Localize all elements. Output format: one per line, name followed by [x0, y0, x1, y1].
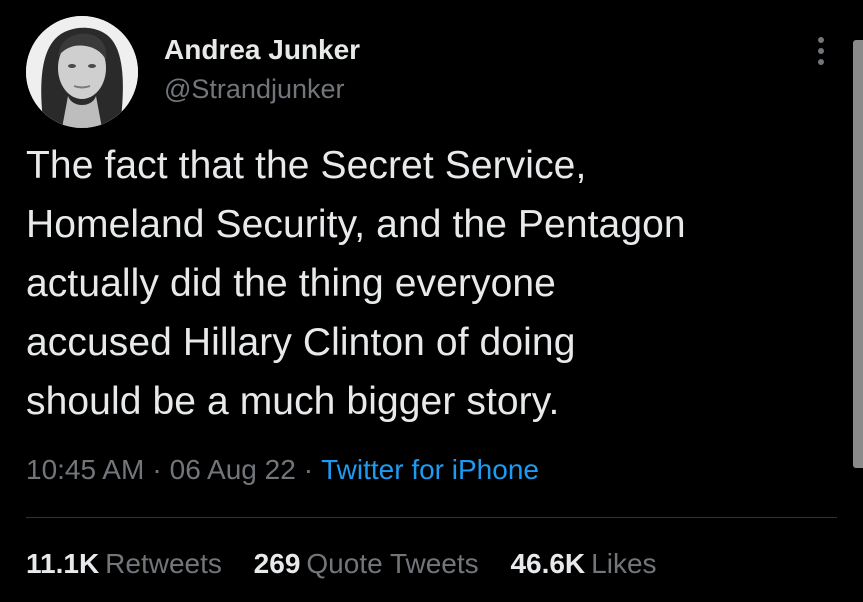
author-info: Andrea Junker @Strandjunker — [164, 33, 360, 105]
separator: · — [303, 454, 314, 485]
likes-count: 46.6K — [510, 548, 586, 579]
quote-tweets-count: 269 — [253, 548, 301, 579]
tweet-text: The fact that the Secret Service, Homela… — [26, 136, 846, 431]
retweets-label: Retweets — [105, 548, 222, 579]
retweets-count: 11.1K — [26, 548, 100, 579]
profile-photo-icon — [26, 16, 138, 128]
avatar[interactable] — [26, 16, 138, 128]
more-dot — [818, 59, 824, 65]
tweet-text-line: should be a much bigger story. — [26, 380, 560, 423]
quote-tweets-stat[interactable]: 269 Quote Tweets — [254, 546, 479, 582]
tweet-source-link[interactable]: Twitter for iPhone — [321, 454, 539, 485]
divider — [26, 517, 837, 518]
more-dot — [818, 48, 824, 54]
tweet-date[interactable]: 06 Aug 22 — [170, 454, 296, 485]
scrollbar[interactable] — [853, 40, 863, 468]
retweets-stat[interactable]: 11.1K Retweets — [26, 546, 222, 582]
tweet: Andrea Junker @Strandjunker The fact tha… — [0, 0, 863, 602]
more-vertical-icon[interactable] — [806, 34, 836, 68]
separator: · — [152, 454, 162, 485]
tweet-text-line: accused Hillary Clinton of doing — [26, 321, 576, 364]
tweet-metadata: 10:45 AM · 06 Aug 22 · Twitter for iPhone — [26, 452, 539, 488]
likes-stat[interactable]: 46.6K Likes — [510, 546, 656, 582]
engagement-stats: 11.1K Retweets 269 Quote Tweets 46.6K Likes — [26, 546, 681, 582]
display-name[interactable]: Andrea Junker — [164, 33, 360, 67]
quote-tweets-label: Quote Tweets — [306, 548, 479, 579]
tweet-time[interactable]: 10:45 AM — [26, 454, 144, 485]
likes-label: Likes — [591, 548, 657, 579]
tweet-text-line: Homeland Security, and the Pentagon — [26, 203, 686, 246]
tweet-text-line: The fact that the Secret Service, — [26, 144, 587, 187]
tweet-text-line: actually did the thing everyone — [26, 262, 556, 305]
more-dot — [818, 37, 824, 43]
user-handle[interactable]: @Strandjunker — [164, 73, 360, 105]
